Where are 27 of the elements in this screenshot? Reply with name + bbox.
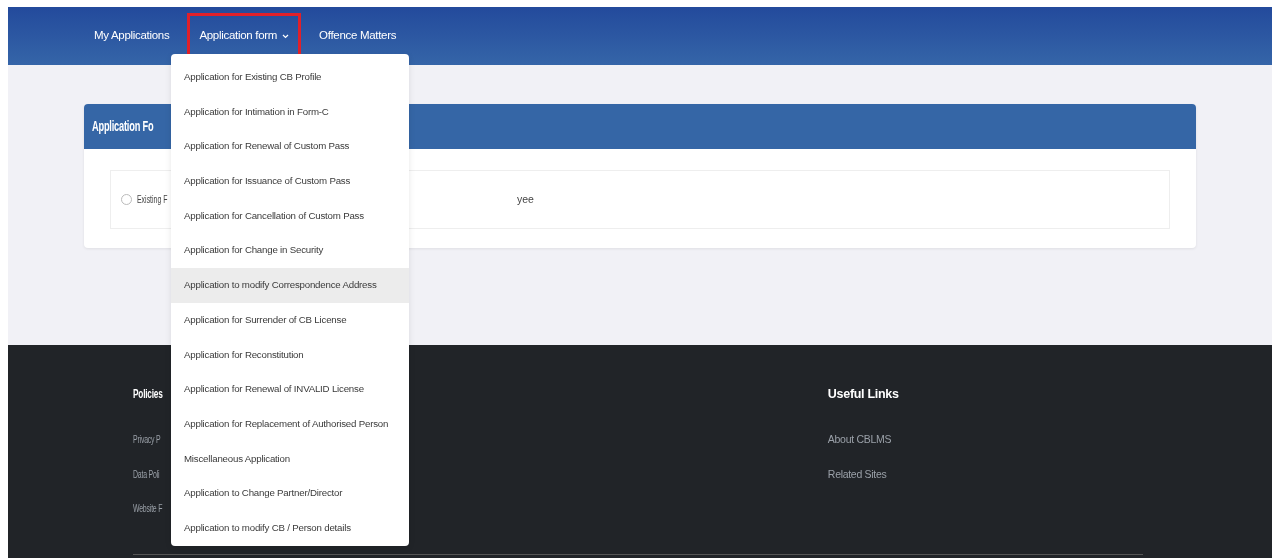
menu-item[interactable]: Application for Intimation in Form-C [171, 94, 409, 130]
menu-item[interactable]: Application for Surrender of CB License [171, 302, 409, 338]
footer-link[interactable]: Data Poli [133, 466, 160, 483]
menu-item[interactable]: Miscellaneous Application [171, 441, 409, 477]
nav-link[interactable]: My Applications [82, 13, 182, 59]
footer-heading: Policies [133, 386, 163, 403]
menu-item[interactable]: Application to modify Correspondence Address [171, 268, 409, 303]
menu-item[interactable]: Application to modify CB / Person details [171, 510, 409, 546]
footer-link[interactable]: Privacy P [133, 431, 161, 448]
menu-item[interactable]: Application for Renewal of INVALID License [171, 372, 409, 407]
dropdown-toggle-link[interactable]: Application form [187, 13, 302, 59]
menu-item[interactable]: Application for Existing CB Profile [171, 60, 409, 95]
menu-item[interactable]: Application to Change Partner/Director [171, 476, 409, 511]
footer-link[interactable]: About CBLMS [827, 431, 892, 448]
radio-label: Existing F [137, 191, 168, 207]
menu-item[interactable]: Application for Replacement of Authorised Person [171, 406, 409, 442]
footer-link[interactable]: Website F [133, 501, 163, 517]
chevron-icon [282, 33, 290, 39]
menu-item[interactable]: Application for Issuance of Custom Pass [171, 164, 409, 199]
menu-item[interactable]: Application for Renewal of Custom Pass [171, 129, 409, 165]
footer-heading: Useful Links [827, 386, 899, 403]
option-label: yee [517, 191, 534, 207]
footer-link[interactable]: Related Sites [827, 466, 887, 483]
menu-item[interactable]: Application for Cancellation of Custom Pass [171, 198, 409, 234]
card-title: Application Fo [92, 117, 154, 136]
menu-item[interactable]: Application for Change in Security [171, 233, 409, 269]
menu-item[interactable]: Application for Reconstitution [171, 337, 409, 373]
